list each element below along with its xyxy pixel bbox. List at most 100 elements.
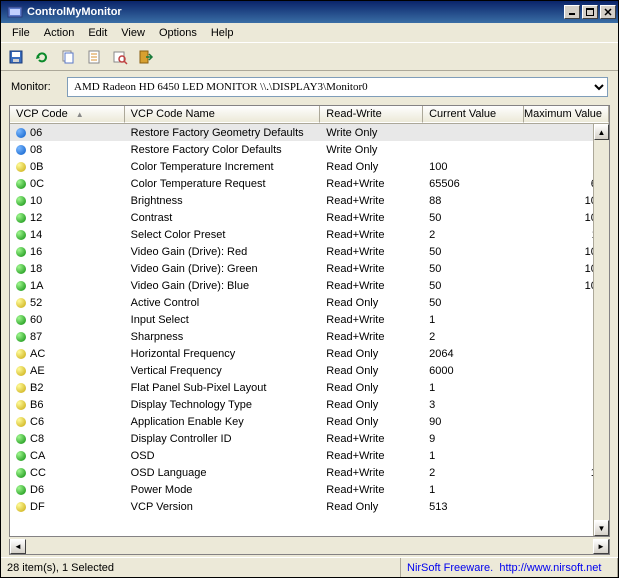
cell-current: 513	[423, 501, 524, 513]
table-row[interactable]: C8Display Controller IDRead+Write90	[10, 430, 609, 447]
table-row[interactable]: 10BrightnessRead+Write88100	[10, 192, 609, 209]
status-bullet-icon	[16, 417, 26, 427]
status-bullet-icon	[16, 264, 26, 274]
table-row[interactable]: CCOSD LanguageRead+Write213	[10, 464, 609, 481]
cell-name: Sharpness	[125, 331, 321, 343]
cell-name: OSD Language	[125, 467, 321, 479]
scroll-up-icon[interactable]: ▲	[594, 124, 609, 140]
cell-rw: Read Only	[320, 297, 423, 309]
header-vcp-code[interactable]: VCP Code▲	[10, 106, 125, 123]
scroll-right-icon[interactable]: ►	[593, 539, 609, 554]
maximize-button[interactable]	[582, 5, 598, 19]
table-row[interactable]: 52Active ControlRead Only50	[10, 294, 609, 311]
monitor-select[interactable]: AMD Radeon HD 6450 LED MONITOR \\.\DISPL…	[67, 77, 608, 97]
cell-name: Active Control	[125, 297, 321, 309]
header-vcp-name[interactable]: VCP Code Name	[125, 106, 321, 123]
cell-current: 2064	[423, 348, 524, 360]
cell-code: CC	[30, 467, 46, 479]
cell-current: 50	[423, 280, 524, 292]
status-bullet-icon	[16, 230, 26, 240]
menu-action[interactable]: Action	[37, 25, 82, 41]
table-row[interactable]: DFVCP VersionRead Only513	[10, 498, 609, 515]
cell-current: 50	[423, 263, 524, 275]
menu-view[interactable]: View	[114, 25, 152, 41]
vertical-scrollbar[interactable]: ▲ ▼	[593, 124, 609, 536]
titlebar[interactable]: ControlMyMonitor	[1, 1, 618, 23]
toolbar	[1, 43, 618, 71]
refresh-icon[interactable]	[31, 46, 53, 68]
status-bullet-icon	[16, 196, 26, 206]
cell-current: 90	[423, 416, 524, 428]
cell-code: AE	[30, 365, 45, 377]
table-row[interactable]: 0BColor Temperature IncrementRead Only10…	[10, 158, 609, 175]
table-row[interactable]: C6Application Enable KeyRead Only90	[10, 413, 609, 430]
properties-icon[interactable]	[83, 46, 105, 68]
table-row[interactable]: 87SharpnessRead+Write24	[10, 328, 609, 345]
cell-rw: Read Only	[320, 161, 423, 173]
table-row[interactable]: D6Power ModeRead+Write15	[10, 481, 609, 498]
find-icon[interactable]	[109, 46, 131, 68]
app-window: ControlMyMonitor File Action Edit View O…	[0, 0, 619, 578]
menu-file[interactable]: File	[5, 25, 37, 41]
cell-name: Display Controller ID	[125, 433, 321, 445]
menu-help[interactable]: Help	[204, 25, 241, 41]
cell-name: Power Mode	[125, 484, 321, 496]
status-bullet-icon	[16, 349, 26, 359]
scroll-left-icon[interactable]: ◄	[10, 539, 26, 554]
close-button[interactable]	[600, 5, 616, 19]
cell-current: 1	[423, 450, 524, 462]
cell-code: DF	[30, 501, 45, 513]
header-maximum-value[interactable]: Maximum Value	[524, 106, 609, 123]
status-bullet-icon	[16, 145, 26, 155]
menu-options[interactable]: Options	[152, 25, 204, 41]
table-row[interactable]: 1AVideo Gain (Drive): BlueRead+Write5010…	[10, 277, 609, 294]
table-row[interactable]: AEVertical FrequencyRead Only6000	[10, 362, 609, 379]
cell-rw: Read+Write	[320, 467, 423, 479]
cell-name: Select Color Preset	[125, 229, 321, 241]
menubar: File Action Edit View Options Help	[1, 23, 618, 43]
table-row[interactable]: 60Input SelectRead+Write13	[10, 311, 609, 328]
table-row[interactable]: B6Display Technology TypeRead Only3	[10, 396, 609, 413]
exit-icon[interactable]	[135, 46, 157, 68]
cell-name: Brightness	[125, 195, 321, 207]
menu-edit[interactable]: Edit	[81, 25, 114, 41]
cell-name: Application Enable Key	[125, 416, 321, 428]
app-icon	[7, 4, 23, 20]
branding-url[interactable]: http://www.nirsoft.net	[499, 562, 601, 574]
header-current-value[interactable]: Current Value	[423, 106, 524, 123]
table-row[interactable]: 0CColor Temperature RequestRead+Write655…	[10, 175, 609, 192]
cell-name: VCP Version	[125, 501, 321, 513]
cell-name: Video Gain (Drive): Blue	[125, 280, 321, 292]
statusbar: 28 item(s), 1 Selected NirSoft Freeware.…	[1, 557, 618, 577]
cell-name: Input Select	[125, 314, 321, 326]
cell-rw: Read Only	[320, 382, 423, 394]
cell-rw: Write Only	[320, 127, 423, 139]
cell-name: Vertical Frequency	[125, 365, 321, 377]
minimize-button[interactable]	[564, 5, 580, 19]
header-read-write[interactable]: Read-Write	[320, 106, 423, 123]
status-bullet-icon	[16, 434, 26, 444]
scroll-down-icon[interactable]: ▼	[594, 520, 609, 536]
copy-icon[interactable]	[57, 46, 79, 68]
cell-name: Video Gain (Drive): Red	[125, 246, 321, 258]
cell-current: 3	[423, 399, 524, 411]
branding-text[interactable]: NirSoft Freeware.	[407, 562, 493, 574]
cell-rw: Read+Write	[320, 212, 423, 224]
table-row[interactable]: 16Video Gain (Drive): RedRead+Write50100	[10, 243, 609, 260]
cell-code: AC	[30, 348, 45, 360]
cell-rw: Read+Write	[320, 263, 423, 275]
table-row[interactable]: 08Restore Factory Color DefaultsWrite On…	[10, 141, 609, 158]
status-bullet-icon	[16, 502, 26, 512]
monitor-label: Monitor:	[11, 81, 61, 93]
table-row[interactable]: ACHorizontal FrequencyRead Only2064	[10, 345, 609, 362]
table-row[interactable]: 06Restore Factory Geometry DefaultsWrite…	[10, 124, 609, 141]
save-icon[interactable]	[5, 46, 27, 68]
table-row[interactable]: 14Select Color PresetRead+Write211	[10, 226, 609, 243]
table-row[interactable]: B2Flat Panel Sub-Pixel LayoutRead Only1	[10, 379, 609, 396]
table-row[interactable]: CAOSDRead+Write12	[10, 447, 609, 464]
status-bullet-icon	[16, 162, 26, 172]
cell-code: 12	[30, 212, 42, 224]
table-row[interactable]: 18Video Gain (Drive): GreenRead+Write501…	[10, 260, 609, 277]
horizontal-scrollbar[interactable]: ◄ ►	[9, 539, 610, 555]
table-row[interactable]: 12ContrastRead+Write50100	[10, 209, 609, 226]
